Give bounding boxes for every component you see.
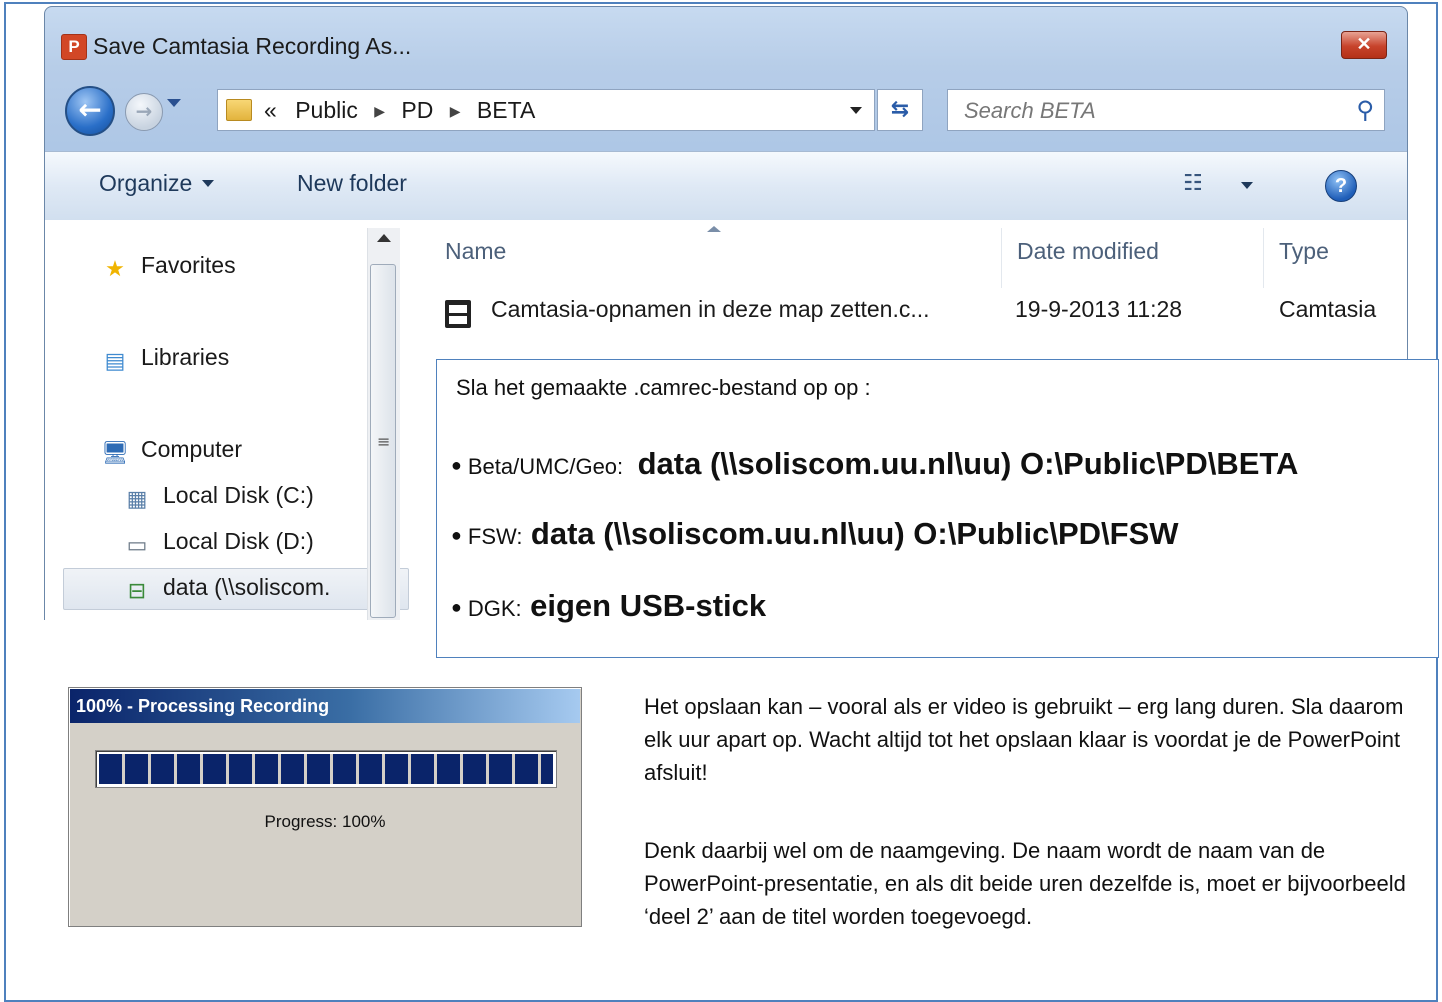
nav-item-favorites[interactable]: ★ Favorites [101,252,236,281]
new-folder-button[interactable]: New folder [297,170,407,197]
command-bar: Organize New folder ☷ ? [45,151,1407,221]
nav-item-label: Computer [141,436,242,462]
sort-ascending-icon [707,226,721,232]
processing-recording-window: 100% - Processing Recording Progress: 10… [68,687,582,927]
back-button[interactable]: ← [65,86,115,136]
progress-window-title: 100% - Processing Recording [70,689,580,723]
computer-icon: 🖥 [101,440,129,465]
callout-item-value: eigen USB-stick [530,588,767,623]
progress-bar-fill [99,754,553,784]
dialog-titlebar: P Save Camtasia Recording As... ✕ [45,7,1407,85]
libraries-icon: ▤ [104,348,126,373]
nav-item-computer[interactable]: 🖥 Computer [101,436,242,465]
breadcrumb-separator-icon[interactable]: ▶ [374,103,385,119]
nav-item-label: Favorites [141,252,236,278]
recent-pages-dropdown-icon[interactable] [167,99,181,107]
camtasia-file-icon [445,300,471,328]
callout-item-value: data (\\soliscom.uu.nl\uu) O:\Public\PD\… [530,516,1179,551]
breadcrumb-overflow[interactable]: « [264,97,277,123]
nav-item-label: Local Disk (C:) [163,482,314,508]
breadcrumb-public[interactable]: Public [295,97,358,123]
dialog-title: Save Camtasia Recording As... [93,33,412,59]
callout-item-label: DGK: [467,596,522,621]
folder-icon [226,99,252,121]
callout-item-dgk: ● DGK: eigen USB-stick [451,588,766,624]
nav-item-label: data (\\soliscom. [163,574,331,600]
instruction-callout: Sla het gemaakte .camrec-bestand op op :… [436,359,1439,658]
callout-item-fsw: ● FSW: data (\\soliscom.uu.nl\uu) O:\Publ… [451,516,1179,552]
organize-button[interactable]: Organize [99,170,215,197]
organize-caret-icon [202,180,215,187]
breadcrumb-separator-icon[interactable]: ▶ [450,103,461,119]
column-header-type[interactable]: Type [1279,238,1329,265]
address-dropdown-icon[interactable] [850,107,862,114]
change-view-icon[interactable]: ☷ [1183,170,1213,198]
nav-item-libraries[interactable]: ▤ Libraries [101,344,230,373]
view-options-caret-icon[interactable] [1241,182,1253,189]
file-date-modified: 19-9-2013 11:28 [1015,296,1183,322]
search-input[interactable]: Search BETA ⚲ [947,89,1385,131]
hard-drive-icon: ▭ [126,532,148,557]
paragraph-naming: Denk daarbij wel om de naamgeving. De na… [644,838,1406,929]
breadcrumb: « Public ▶ PD ▶ BETA [264,97,535,124]
column-divider[interactable] [1001,228,1002,288]
powerpoint-app-icon: P [61,34,87,60]
column-header-date-modified[interactable]: Date modified [1017,238,1159,265]
file-type: Camtasia [1279,296,1377,322]
search-placeholder: Search BETA [964,98,1096,123]
nav-item-label: Local Disk (D:) [163,528,314,554]
callout-intro: Sla het gemaakte .camrec-bestand op op : [456,375,871,400]
address-bar[interactable]: « Public ▶ PD ▶ BETA [217,89,875,131]
scroll-thumb[interactable]: ≡ [370,264,396,618]
navigation-pane: ★ Favorites ▤ Libraries 🖥 Computer ▦ Local D… [45,220,409,620]
nav-item-label: Libraries [141,344,230,370]
help-icon[interactable]: ? [1325,170,1357,202]
bullet-icon: ● [451,597,462,617]
refresh-button[interactable]: ⇆ [877,89,923,131]
breadcrumb-beta[interactable]: BETA [477,97,535,123]
column-header-name[interactable]: Name [445,238,506,265]
callout-item-label: Beta/UMC/Geo: [467,454,624,479]
callout-item-beta: ● Beta/UMC/Geo: data (\\soliscom.uu.nl\uu… [451,446,1298,482]
forward-button[interactable]: → [125,93,163,131]
network-drive-icon: ⊟ [127,578,147,603]
bullet-icon: ● [451,455,462,475]
breadcrumb-pd[interactable]: PD [401,97,433,123]
organize-label: Organize [99,170,193,196]
progress-bar [95,750,557,788]
paragraph-saving-duration: Het opslaan kan – vooral als er video is… [644,694,1404,785]
star-icon: ★ [105,256,125,281]
nav-item-local-disk-d[interactable]: ▭ Local Disk (D:) [123,528,314,557]
callout-item-label: FSW: [467,524,523,549]
close-button[interactable]: ✕ [1341,31,1387,59]
file-name[interactable]: Camtasia-opnamen in deze map zetten.c... [491,296,930,336]
column-divider[interactable] [1263,228,1264,288]
callout-item-value: data (\\soliscom.uu.nl\uu) O:\Public\PD\… [637,446,1299,481]
nav-item-network-drive[interactable]: ⊟ data (\\soliscom. [123,574,331,603]
progress-label: Progress: 100% [264,812,386,831]
search-icon[interactable]: ⚲ [1356,96,1374,124]
bullet-icon: ● [451,525,462,545]
nav-scrollbar[interactable]: ≡ [367,228,400,620]
nav-item-local-disk-c[interactable]: ▦ Local Disk (C:) [123,482,314,511]
system-drive-icon: ▦ [126,486,148,511]
scroll-up-icon[interactable] [377,234,391,242]
scroll-grip-icon: ≡ [377,432,391,451]
